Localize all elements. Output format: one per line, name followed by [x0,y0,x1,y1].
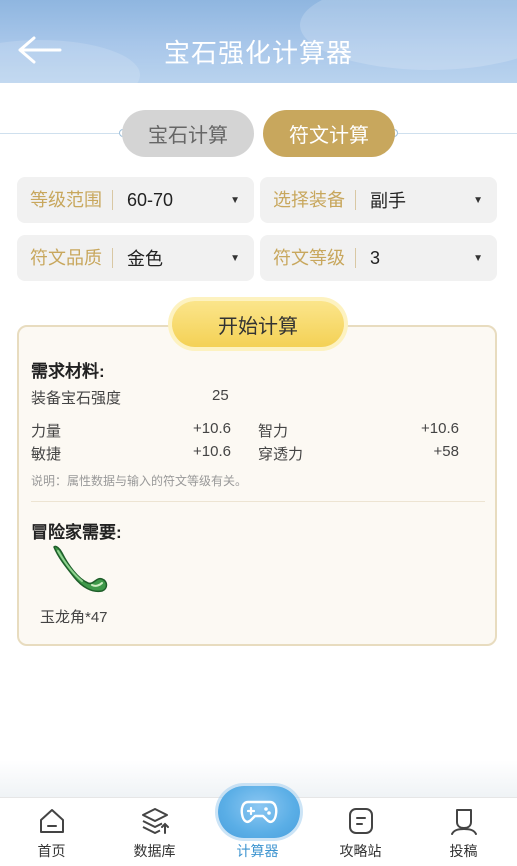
equipment-label: 选择装备 [260,190,356,210]
tab-divider-line [0,133,122,134]
tab-gem-calc[interactable]: 宝石计算 [122,110,254,157]
stat-value: +10.6 [193,443,231,460]
rune-level-label: 符文等级 [260,248,356,268]
caret-down-icon: ▼ [473,194,483,206]
note-text: 说明：属性数据与输入的符文等级有关。 [31,474,248,488]
jade-horn-icon [53,545,108,593]
rune-level-select[interactable]: 符文等级 3 ▼ [260,235,497,281]
stat-value: +10.6 [421,420,459,437]
user-icon [450,809,477,835]
level-range-select[interactable]: 等级范围 60-70 ▼ [17,177,254,223]
page-title: 宝石强化计算器 [163,38,353,68]
nav-item-home[interactable]: 首页 [0,798,103,866]
equipment-select[interactable]: 选择装备 副手 ▼ [260,177,497,223]
app-header: 宝石强化计算器 [0,0,517,83]
nav-item-guide[interactable]: 攻略站 [309,798,412,866]
rune-quality-label: 符文品质 [17,248,113,268]
level-range-label: 等级范围 [17,190,113,210]
stat-value: +10.6 [193,420,231,437]
nav-label: 投稿 [449,843,478,859]
nav-label: 攻略站 [339,843,382,859]
nav-label: 首页 [37,843,66,859]
stat-label: 智力 [258,423,289,440]
equipment-value: 副手 [370,191,406,211]
gem-strength-label: 装备宝石强度 [31,390,122,407]
caret-down-icon: ▼ [230,252,240,264]
materials-title: 需求材料: [31,362,105,381]
rune-quality-select[interactable]: 符文品质 金色 ▼ [17,235,254,281]
caret-down-icon: ▼ [230,194,240,206]
guide-icon [348,808,373,834]
stat-label: 力量 [31,423,62,440]
stat-label: 穿透力 [258,446,304,463]
rune-quality-value: 金色 [127,249,163,269]
start-calc-button[interactable]: 开始计算 [172,301,344,347]
calculator-nav-bubble[interactable] [218,786,300,838]
home-icon [39,809,64,833]
nav-label: 数据库 [133,843,176,859]
stat-label: 敏捷 [31,446,62,463]
caret-down-icon: ▼ [473,252,483,264]
gamepad-icon [240,800,278,823]
database-icon [141,808,169,834]
tab-rune-calc[interactable]: 符文计算 [263,110,395,157]
nav-label: 计算器 [236,843,279,859]
divider [31,501,485,502]
nav-item-submit[interactable]: 投稿 [412,798,515,866]
level-range-value: 60-70 [127,189,174,210]
stat-value: +58 [433,443,459,460]
item-label: 玉龙角*47 [40,609,108,626]
gem-strength-value: 25 [212,387,229,404]
nav-item-database[interactable]: 数据库 [103,798,206,866]
adventurer-title: 冒险家需要: [31,523,122,542]
rune-level-value: 3 [370,247,381,268]
tab-divider-line [395,133,517,134]
